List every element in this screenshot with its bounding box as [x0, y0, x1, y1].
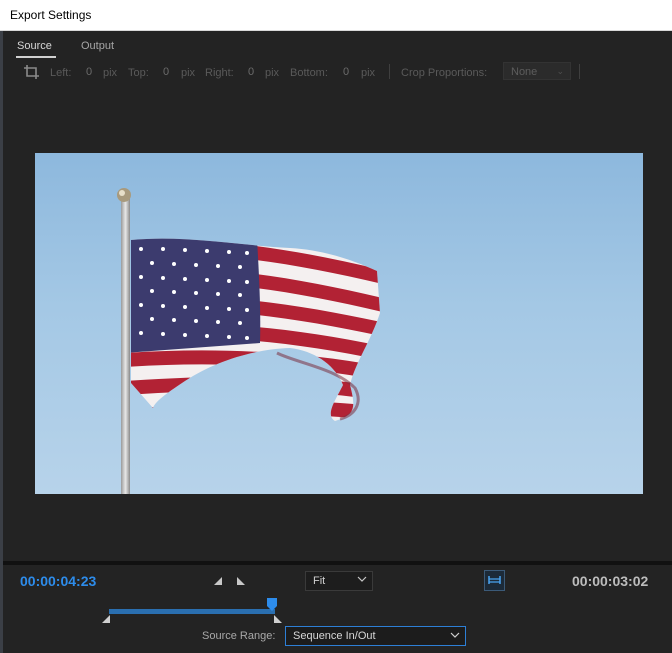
chevron-down-icon	[450, 632, 460, 638]
crop-left-unit: pix	[103, 67, 118, 79]
crop-right-unit: pix	[265, 67, 280, 79]
crop-top-unit: pix	[181, 67, 196, 79]
window-title: Export Settings	[10, 8, 92, 22]
playhead[interactable]	[266, 597, 278, 613]
video-frame	[35, 153, 643, 494]
toolbar-separator	[389, 64, 390, 79]
crop-bottom-unit: pix	[361, 67, 376, 79]
chevron-down-icon: ⌄	[556, 66, 564, 76]
crop-proportions-label: Crop Proportions:	[401, 67, 488, 79]
prev-edit-icon[interactable]	[212, 575, 224, 587]
crop-right-label: Right:	[205, 67, 234, 79]
crop-bottom-label: Bottom:	[290, 67, 328, 79]
zoom-select[interactable]: Fit	[305, 571, 373, 591]
tab-output[interactable]: Output	[81, 40, 114, 52]
tab-source[interactable]: Source	[17, 40, 52, 52]
tab-bar: Source Output	[3, 31, 672, 59]
crop-proportions-select[interactable]: None ⌄	[503, 62, 571, 80]
panel-divider	[3, 561, 672, 565]
source-range-select[interactable]: Sequence In/Out	[285, 626, 466, 646]
set-range-button[interactable]	[484, 570, 505, 591]
crop-bottom-value[interactable]: 0	[343, 66, 349, 78]
toolbar-separator	[579, 64, 580, 79]
crop-icon[interactable]	[23, 64, 41, 80]
source-range-value: Sequence In/Out	[293, 630, 376, 642]
out-point-marker[interactable]	[273, 614, 283, 624]
crop-left-value[interactable]: 0	[86, 66, 92, 78]
active-tab-indicator	[16, 56, 56, 58]
crop-toolbar: Left: 0 pix Top: 0 pix Right: 0 pix Bott…	[3, 59, 672, 85]
crop-right-value[interactable]: 0	[248, 66, 254, 78]
current-time[interactable]: 00:00:04:23	[20, 573, 96, 589]
scrubber-track[interactable]	[109, 609, 275, 614]
flag-image	[117, 188, 380, 494]
zoom-value: Fit	[313, 575, 326, 587]
crop-top-label: Top:	[128, 67, 149, 79]
crop-left-label: Left:	[50, 67, 72, 79]
next-edit-icon[interactable]	[235, 575, 247, 587]
duration-time: 00:00:03:02	[572, 573, 649, 589]
title-bar: Export Settings	[0, 0, 672, 31]
in-point-marker[interactable]	[101, 614, 111, 624]
source-range-label: Source Range:	[202, 630, 276, 642]
crop-proportions-value: None	[511, 66, 538, 78]
set-range-icon	[488, 576, 501, 584]
chevron-down-icon	[357, 576, 367, 582]
crop-top-value[interactable]: 0	[163, 66, 169, 78]
